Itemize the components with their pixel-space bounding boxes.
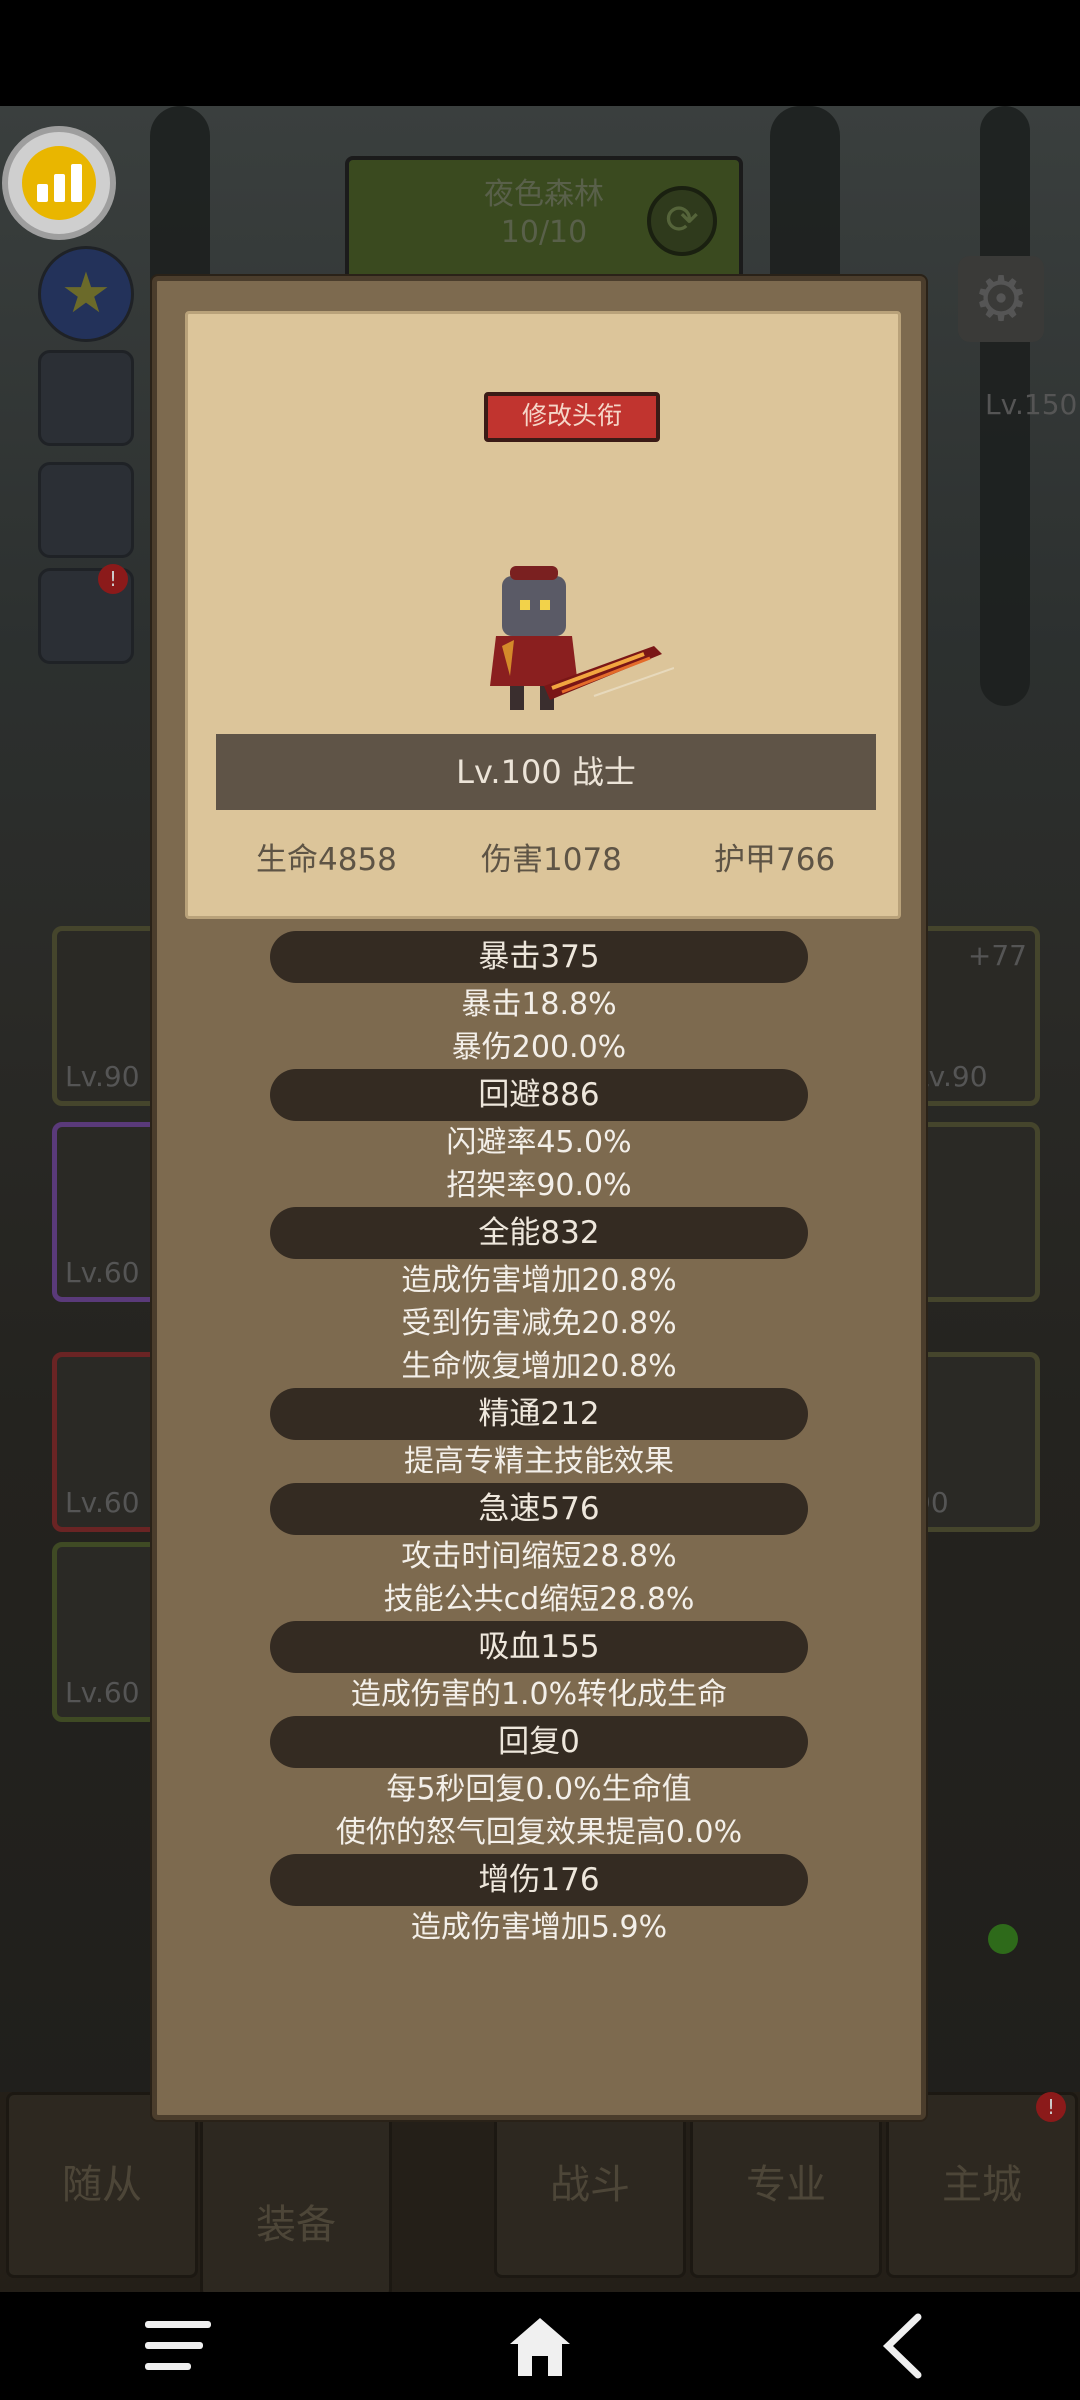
attribute-detail: 攻击时间缩短28.8% xyxy=(401,1539,677,1574)
background-level: Lv.150 xyxy=(985,388,1078,421)
attribute-detail: 提高专精主技能效果 xyxy=(404,1444,674,1479)
slot-level: Lv.90 xyxy=(65,1060,140,1093)
gear-icon[interactable]: ⚙ xyxy=(958,256,1044,342)
bar-chart-icon xyxy=(22,146,96,220)
attribute-detail: 闪避率45.0% xyxy=(446,1125,632,1160)
attribute-detail: 暴伤200.0% xyxy=(451,1030,627,1065)
warrior-figure xyxy=(490,566,674,710)
stat-armor: 护甲766 xyxy=(714,842,836,878)
hero-portrait-card: 修改头衔 Lv.100 战士 生命4858 伤害1078 护甲766 xyxy=(185,311,901,919)
star-icon[interactable]: ★ xyxy=(38,246,134,342)
attribute-detail: 每5秒回复0.0%生命值 xyxy=(386,1772,692,1807)
attribute-list: 暴击375 暴击18.8% 暴伤200.0% 回避886 闪避率45.0% 招架… xyxy=(157,931,921,1949)
stats-floating-button[interactable] xyxy=(2,126,116,240)
attribute-detail: 受到伤害减免20.8% xyxy=(401,1306,677,1341)
rename-title-button[interactable]: 修改头衔 xyxy=(484,392,660,442)
attribute-header: 全能832 xyxy=(270,1207,808,1259)
bottom-tab-bar: 随从 装备 战斗 专业 主城 ! xyxy=(0,2072,1080,2298)
attribute-header: 回避886 xyxy=(270,1069,808,1121)
notification-badge: ! xyxy=(98,564,128,594)
notification-badge: ! xyxy=(1036,2092,1066,2122)
attribute-detail: 招架率90.0% xyxy=(446,1168,632,1203)
helmet-icon[interactable] xyxy=(38,462,134,558)
home-icon[interactable] xyxy=(480,2292,600,2400)
attribute-detail: 造成伤害增加5.9% xyxy=(410,1910,668,1945)
core-stats: 生命4858 伤害1078 护甲766 xyxy=(188,834,904,884)
attribute-detail: 暴击18.8% xyxy=(461,987,617,1022)
stat-damage: 伤害1078 xyxy=(481,842,622,878)
green-badge xyxy=(988,1924,1018,1954)
slot-plus: +77 xyxy=(967,939,1027,972)
attribute-detail: 技能公共cd缩短28.8% xyxy=(383,1582,695,1617)
hero-title-bar: Lv.100 战士 xyxy=(216,734,876,810)
slot-level: Lv.60 xyxy=(65,1256,140,1289)
hero-icon[interactable] xyxy=(38,350,134,446)
attribute-detail: 使你的怒气回复效果提高0.0% xyxy=(335,1815,743,1850)
attribute-header: 急速576 xyxy=(270,1483,808,1535)
attribute-header: 暴击375 xyxy=(270,931,808,983)
attribute-header: 精通212 xyxy=(270,1388,808,1440)
refresh-icon[interactable]: ⟳ xyxy=(647,186,717,256)
attribute-detail: 造成伤害的1.0%转化成生命 xyxy=(350,1677,728,1712)
slot-level: Lv.60 xyxy=(65,1676,140,1709)
attribute-header: 回复0 xyxy=(270,1716,808,1768)
attribute-detail: 造成伤害增加20.8% xyxy=(401,1263,677,1298)
menu-icon[interactable] xyxy=(118,2292,238,2400)
hero-stats-modal: 修改头衔 Lv.100 战士 生命4858 伤害1078 护甲766 暴击375… xyxy=(152,276,926,2120)
system-nav-bar xyxy=(0,2292,1080,2400)
attribute-header: 增伤176 xyxy=(270,1854,808,1906)
stage-banner[interactable]: 夜色森林 10/10 ⟳ xyxy=(345,156,743,282)
status-bar xyxy=(0,0,1080,106)
attribute-header: 吸血155 xyxy=(270,1621,808,1673)
slot-level: Lv.60 xyxy=(65,1486,140,1519)
back-icon[interactable] xyxy=(842,2292,962,2400)
attribute-detail: 生命恢复增加20.8% xyxy=(401,1349,677,1384)
stat-hp: 生命4858 xyxy=(256,842,397,878)
